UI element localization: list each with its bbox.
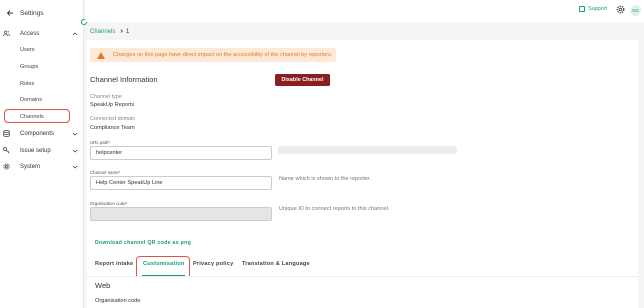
double-chevron-right-icon: ›› bbox=[120, 28, 122, 35]
tab-translation-language[interactable]: Translation & Language bbox=[242, 261, 310, 267]
avatar[interactable]: KD bbox=[630, 5, 641, 16]
sidebar-item-access[interactable]: Access bbox=[0, 28, 84, 39]
database-icon bbox=[3, 130, 10, 137]
sidebar-item-label: Issue setup bbox=[20, 147, 51, 154]
sidebar-item-components[interactable]: Components bbox=[0, 128, 84, 139]
breadcrumb-current: 1 bbox=[126, 28, 130, 35]
sidebar-header[interactable]: Settings bbox=[6, 8, 44, 18]
channel-name-hint: Name which is shown to the reporter. bbox=[279, 176, 372, 182]
sidebar-item-label: Components bbox=[20, 130, 55, 137]
users-icon bbox=[3, 30, 10, 37]
disable-channel-button[interactable]: Disable Channel bbox=[275, 74, 330, 86]
web-section-title: Web bbox=[95, 281, 111, 290]
channel-type-value: SpeakUp Reports bbox=[90, 102, 135, 108]
sidebar-item-issue-setup[interactable]: Issue setup bbox=[0, 145, 84, 156]
topbar: Support KD bbox=[85, 0, 644, 22]
channel-card: Changes on this page have direct impact … bbox=[87, 40, 638, 308]
channel-name-label: Channel name* bbox=[90, 170, 121, 175]
org-code-hint: Unique ID to connect reports to this cha… bbox=[279, 206, 390, 212]
sidebar-subitem-groups[interactable]: Groups bbox=[20, 62, 38, 71]
url-path-label: URL path* bbox=[90, 140, 111, 145]
channel-name-input[interactable]: Help Center SpeakUp Line bbox=[90, 176, 272, 190]
sidebar-item-label: System bbox=[20, 163, 41, 170]
arrow-left-icon[interactable] bbox=[6, 9, 14, 17]
support-icon bbox=[579, 6, 586, 12]
sidebar-item-label: Access bbox=[20, 30, 40, 37]
support-link[interactable]: Support bbox=[579, 6, 607, 12]
section-title: Channel Information bbox=[90, 75, 158, 84]
sidebar-subitem-domains[interactable]: Domains bbox=[20, 95, 42, 104]
warning-banner: Changes on this page have direct impact … bbox=[90, 48, 336, 62]
tab-report-intake[interactable]: Report intake bbox=[95, 261, 133, 267]
sidebar-subitem-roles[interactable]: Roles bbox=[20, 79, 34, 88]
key-icon bbox=[3, 147, 10, 154]
breadcrumb: Channels ›› 1 bbox=[90, 28, 129, 35]
connected-domain-value: Compliance Team bbox=[90, 125, 135, 131]
sidebar-title: Settings bbox=[20, 9, 44, 17]
chevron-down-icon[interactable] bbox=[72, 164, 78, 170]
sidebar-subitem-users[interactable]: Users bbox=[20, 45, 35, 54]
chevron-down-icon[interactable] bbox=[72, 148, 78, 154]
org-code-input bbox=[90, 207, 272, 221]
web-section: Web Organisation code bbox=[87, 276, 638, 308]
warning-icon bbox=[97, 51, 105, 59]
breadcrumb-channels-link[interactable]: Channels bbox=[90, 29, 115, 35]
tab-privacy-policy[interactable]: Privacy policy bbox=[193, 261, 233, 267]
settings-gear-icon[interactable] bbox=[616, 5, 625, 14]
channels-highlight bbox=[4, 109, 70, 123]
web-org-code-label: Organisation code bbox=[95, 298, 141, 304]
url-preview bbox=[278, 146, 457, 154]
sidebar-item-system[interactable]: System bbox=[0, 161, 84, 172]
url-path-input[interactable]: helpcenter bbox=[90, 146, 272, 160]
gear-icon bbox=[3, 163, 10, 170]
sidebar: Settings Access Users Groups Roles Domai… bbox=[0, 0, 84, 308]
chevron-up-icon[interactable] bbox=[72, 31, 78, 37]
channel-type-label: Channel type bbox=[90, 94, 122, 100]
org-code-label: Organisation code* bbox=[90, 201, 128, 206]
download-qr-link[interactable]: Download channel QR code as png bbox=[95, 240, 191, 246]
chevron-down-icon[interactable] bbox=[72, 131, 78, 137]
warning-text: Changes on this page have direct impact … bbox=[113, 52, 333, 58]
support-label: Support bbox=[588, 6, 607, 12]
connected-domain-label: Connected domain bbox=[90, 116, 136, 122]
